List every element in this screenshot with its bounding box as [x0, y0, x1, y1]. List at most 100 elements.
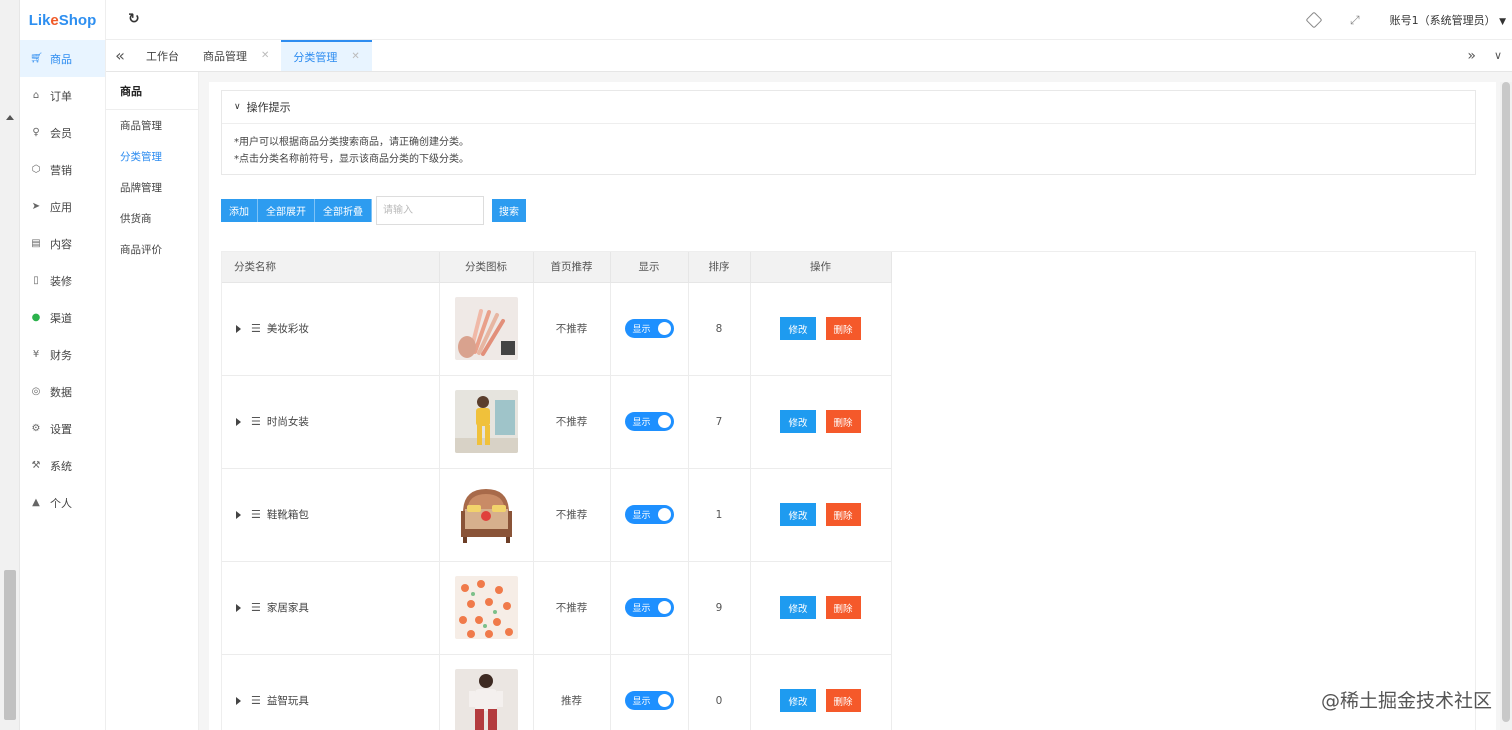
scroll-thumb[interactable]: [4, 570, 16, 720]
show-toggle[interactable]: 显示: [624, 505, 674, 524]
sidebar-item-system[interactable]: ⚒ 系统: [20, 447, 105, 484]
category-table: 分类名称 分类图标 首页推荐 显示 排序 操作 ☰ 美妆彩妆 不推荐 显示 8 …: [222, 252, 892, 730]
watermark: @稀土掘金技术社区: [1320, 690, 1492, 712]
globe-icon: ◎: [31, 386, 41, 397]
page-scrollbar[interactable]: [0, 0, 20, 730]
sidebar-item-decoration[interactable]: ▯ 装修: [20, 262, 105, 299]
category-name-cell: ☰ 家居家具: [236, 600, 439, 615]
brand-logo[interactable]: Lik e Shop: [20, 0, 105, 40]
show-toggle[interactable]: 显示: [624, 691, 674, 710]
delete-button[interactable]: 删除: [825, 410, 861, 433]
toggle-knob: [657, 601, 671, 614]
sort-cell: 8: [688, 282, 751, 376]
sidebar-item-data[interactable]: ◎ 数据: [20, 373, 105, 410]
show-toggle[interactable]: 显示: [624, 412, 674, 431]
delete-button[interactable]: 删除: [825, 596, 861, 619]
sidebar-item-members[interactable]: ♀ 会员: [20, 114, 105, 151]
sidebar-item-goods[interactable]: 🛒︎ 商品: [20, 40, 105, 77]
edit-button[interactable]: 修改: [780, 689, 816, 712]
sidebar-item-content[interactable]: ▤ 内容: [20, 225, 105, 262]
drag-handle-icon[interactable]: ☰: [251, 322, 261, 335]
expand-all-button[interactable]: 全部展开: [258, 199, 315, 222]
scroll-up-arrow-icon[interactable]: [6, 115, 14, 120]
edit-button[interactable]: 修改: [780, 503, 816, 526]
drag-handle-icon[interactable]: ☰: [251, 508, 261, 521]
table-row: ☰ 美妆彩妆 不推荐 显示 8 修改 删除: [222, 282, 892, 376]
table-row: ☰ 益智玩具 推荐 显示 0 修改 删除: [222, 654, 892, 730]
edit-button[interactable]: 修改: [780, 596, 816, 619]
wechat-icon: ●: [31, 312, 41, 323]
tag-icon[interactable]: [1305, 11, 1323, 29]
tools-icon: ⚒: [31, 460, 41, 471]
sidebar-item-personal[interactable]: ▲ 个人: [20, 484, 105, 521]
recommend-cell: 不推荐: [533, 468, 611, 562]
category-image-makeup-brushes: [454, 297, 518, 360]
sidebar-item-finance[interactable]: ¥ 财务: [20, 336, 105, 373]
edit-button[interactable]: 修改: [780, 410, 816, 433]
tab-category-manage[interactable]: 分类管理 ✕: [281, 40, 372, 71]
content-area: ∨ 操作提示 *用户可以根据商品分类搜索商品，请正确创建分类。 *点击分类名称前…: [199, 72, 1512, 730]
yen-icon: ¥: [32, 349, 40, 360]
search-button[interactable]: 搜索: [492, 199, 526, 222]
sort-cell: 7: [688, 375, 751, 469]
content-scroll-thumb[interactable]: [1502, 82, 1510, 722]
content-scrollbar[interactable]: [1500, 82, 1512, 730]
sidebar-item-settings[interactable]: ⚙ 设置: [20, 410, 105, 447]
expand-caret-icon[interactable]: [236, 417, 241, 426]
edit-button[interactable]: 修改: [780, 317, 816, 340]
show-toggle[interactable]: 显示: [624, 319, 674, 338]
app-root: Lik e Shop 🛒︎ 商品 ⌂ 订单 ♀ 会员 ⬡ 营销 ➤ 应用 ▤ 内容 …: [0, 0, 1512, 730]
top-header: ↻ ⤢ 账号1（系统管理员） ▼: [106, 0, 1512, 40]
submenu-item-supplier[interactable]: 供货商: [106, 203, 198, 234]
category-name-cell: ☰ 时尚女装: [236, 414, 439, 429]
toggle-knob: [657, 322, 671, 335]
toggle-knob: [657, 508, 671, 521]
delete-button[interactable]: 删除: [825, 317, 861, 340]
recommend-cell: 不推荐: [533, 375, 611, 469]
show-toggle[interactable]: 显示: [624, 598, 674, 617]
col-header-name: 分类名称: [222, 252, 440, 283]
submenu-item-category[interactable]: 分类管理: [106, 141, 198, 172]
account-menu[interactable]: 账号1（系统管理员） ▼: [1390, 12, 1506, 28]
tab-goods-manage[interactable]: 商品管理 ✕: [191, 40, 281, 71]
recommend-cell: 推荐: [533, 654, 611, 730]
submenu-item-goods[interactable]: 商品管理: [106, 110, 198, 141]
expand-caret-icon[interactable]: [236, 510, 241, 519]
sidebar-item-apps[interactable]: ➤ 应用: [20, 188, 105, 225]
scroll-right-icon[interactable]: »: [1467, 48, 1476, 64]
category-name: 益智玩具: [266, 695, 309, 707]
search-input[interactable]: [376, 196, 484, 225]
submenu-item-brand[interactable]: 品牌管理: [106, 172, 198, 203]
drag-handle-icon[interactable]: ☰: [251, 694, 261, 707]
sidebar-item-marketing[interactable]: ⬡ 营销: [20, 151, 105, 188]
sidebar-item-orders[interactable]: ⌂ 订单: [20, 77, 105, 114]
collapse-left-icon[interactable]: «: [106, 40, 134, 71]
expand-caret-icon[interactable]: [236, 324, 241, 333]
chevron-down-icon[interactable]: ∨: [1494, 49, 1502, 62]
tips-body: *用户可以根据商品分类搜索商品，请正确创建分类。 *点击分类名称前符号，显示该商…: [222, 124, 1475, 178]
submenu-item-review[interactable]: 商品评价: [106, 234, 198, 265]
toolbar: 添加 全部展开 全部折叠 搜索: [221, 196, 526, 225]
tab-workbench[interactable]: 工作台: [134, 40, 191, 71]
category-image-bedding: [454, 576, 518, 639]
caret-down-icon: ▼: [1499, 17, 1506, 27]
fullscreen-icon[interactable]: ⤢: [1350, 13, 1360, 28]
main-panel: ∨ 操作提示 *用户可以根据商品分类搜索商品，请正确创建分类。 *点击分类名称前…: [209, 82, 1496, 730]
refresh-icon[interactable]: ↻: [128, 11, 140, 27]
category-image-pajamas: [454, 669, 518, 730]
tips-header[interactable]: ∨ 操作提示: [222, 91, 1475, 124]
delete-button[interactable]: 删除: [825, 689, 861, 712]
header-right: ⤢ 账号1（系统管理员） ▼: [1305, 0, 1512, 40]
sidebar-item-channel[interactable]: ● 渠道: [20, 299, 105, 336]
collapse-all-button[interactable]: 全部折叠: [315, 199, 372, 222]
category-name: 家居家具: [266, 602, 309, 614]
close-icon[interactable]: ✕: [261, 50, 269, 61]
delete-button[interactable]: 删除: [825, 503, 861, 526]
add-button[interactable]: 添加: [221, 199, 258, 222]
sort-cell: 0: [688, 654, 751, 730]
expand-caret-icon[interactable]: [236, 603, 241, 612]
drag-handle-icon[interactable]: ☰: [251, 415, 261, 428]
close-icon[interactable]: ✕: [351, 51, 359, 62]
drag-handle-icon[interactable]: ☰: [251, 601, 261, 614]
expand-caret-icon[interactable]: [236, 696, 241, 705]
